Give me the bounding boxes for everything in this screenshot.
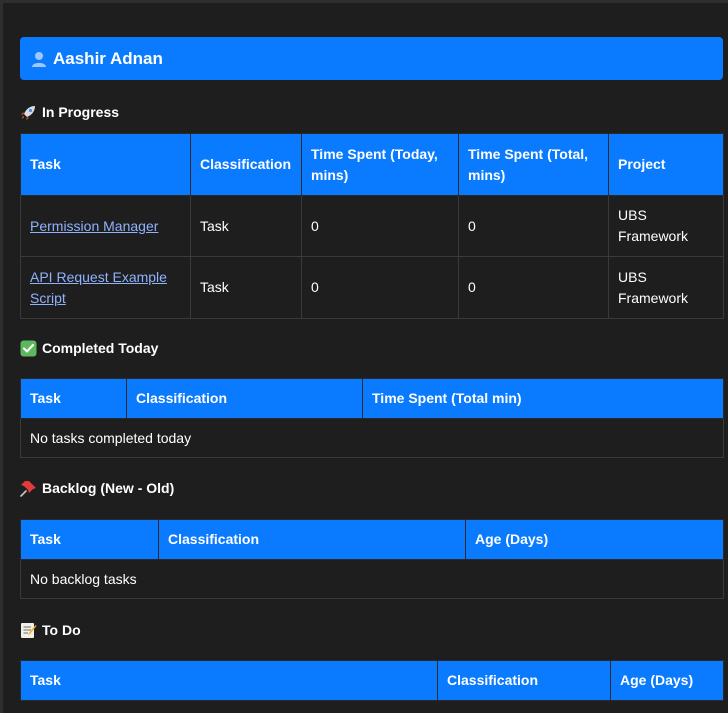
column-header-time-total: Time Spent (Total, mins) [458,133,609,196]
classification-cell: Task [190,256,302,319]
time-total-cell: 0 [458,195,609,257]
time-today-cell: 0 [301,195,459,257]
in-progress-title: In Progress [42,104,120,120]
column-header-task: Task [20,660,438,701]
table-header-row: Task Classification Time Spent (Today, m… [20,133,724,196]
empty-row: No tasks completed today [20,418,724,458]
table-header-row: Task Classification Age (Days) [20,660,724,701]
project-cell: UBS Framework [608,256,724,319]
table-row: API Request Example Script Task 0 0 UBS … [20,256,724,319]
memo-icon [20,622,37,639]
column-header-time-total: Time Spent (Total min) [362,378,724,419]
classification-cell: Task [190,195,302,257]
in-progress-heading: In Progress [20,102,723,122]
column-header-task: Task [20,519,159,560]
column-header-classification: Classification [437,660,611,701]
column-header-classification: Classification [126,378,363,419]
table-row: Permission Manager Task 0 0 UBS Framewor… [20,195,724,257]
backlog-title: Backlog (New - Old) [42,480,175,496]
rocket-icon [20,104,37,121]
task-link[interactable]: API Request Example Script [30,269,167,306]
task-link[interactable]: Permission Manager [30,218,158,234]
todo-heading: To Do [20,620,723,640]
backlog-table: Task Classification Age (Days) No backlo… [20,519,724,599]
report-content: Aashir Adnan In Progress Task Classifica… [20,37,724,701]
project-cell: UBS Framework [608,195,724,257]
time-today-cell: 0 [301,256,459,319]
task-cell: Permission Manager [20,195,191,257]
completed-heading: Completed Today [20,338,723,358]
completed-title: Completed Today [42,340,159,356]
time-total-cell: 0 [458,256,609,319]
in-progress-table: Task Classification Time Spent (Today, m… [20,133,724,319]
table-header-row: Task Classification Age (Days) [20,519,724,560]
task-cell: API Request Example Script [20,256,191,319]
empty-row: No backlog tasks [20,559,724,599]
empty-message: No backlog tasks [20,559,724,599]
column-header-project: Project [608,133,724,196]
column-header-age: Age (Days) [465,519,724,560]
column-header-classification: Classification [190,133,302,196]
todo-title: To Do [42,622,81,638]
column-header-age: Age (Days) [610,660,724,701]
pushpin-icon [20,480,37,497]
column-header-task: Task [20,133,191,196]
todo-table: Task Classification Age (Days) [20,660,724,701]
user-banner: Aashir Adnan [20,37,723,80]
column-header-time-today: Time Spent (Today, mins) [301,133,459,196]
backlog-heading: Backlog (New - Old) [20,478,723,498]
column-header-task: Task [20,378,127,419]
completed-table: Task Classification Time Spent (Total mi… [20,378,724,458]
user-silhouette-icon [30,50,48,68]
report-frame: Aashir Adnan In Progress Task Classifica… [0,0,728,713]
table-header-row: Task Classification Time Spent (Total mi… [20,378,724,419]
check-mark-icon [20,340,37,357]
column-header-classification: Classification [158,519,466,560]
empty-message: No tasks completed today [20,418,724,458]
user-name: Aashir Adnan [53,48,163,68]
